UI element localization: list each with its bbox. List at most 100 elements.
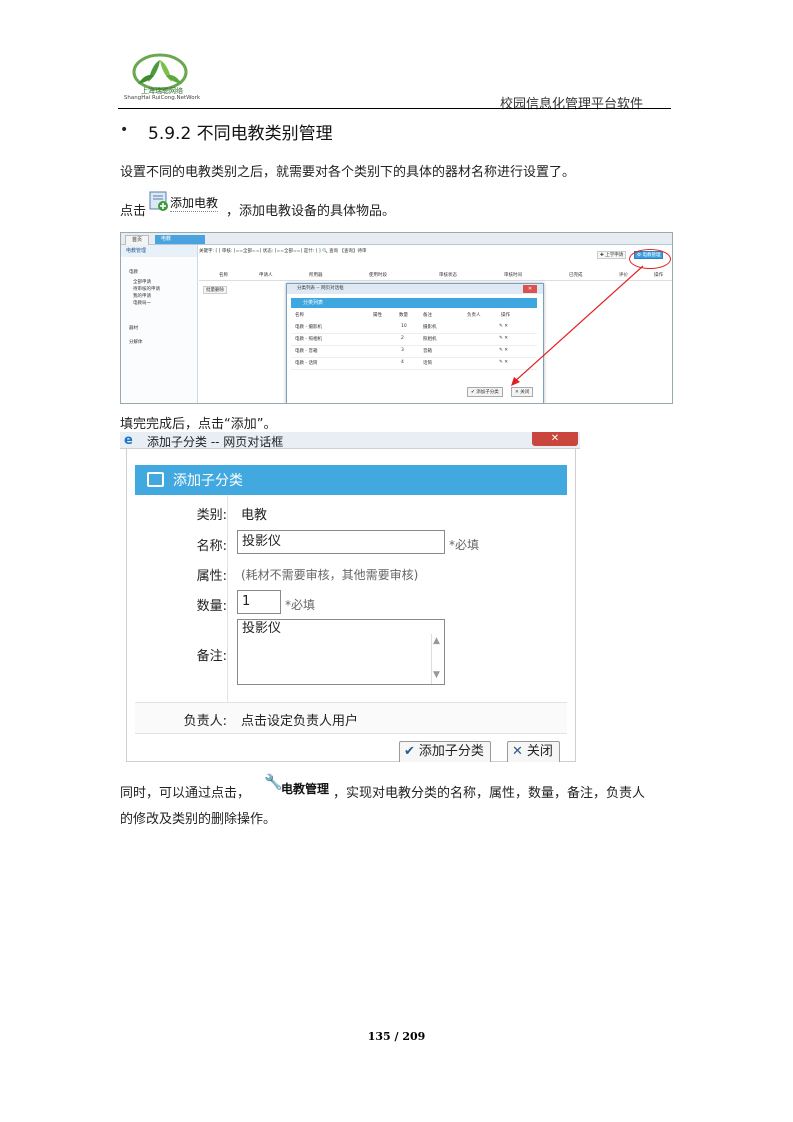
column-header: 名称 [219,273,228,278]
column-header: 审核状态 [439,273,457,278]
dialog-band-title: 分类列表 [291,298,537,308]
paragraph-manage-suffix: ，实现对电教分类的名称，属性，数量，备注，负责人 [333,786,646,801]
responsible-label: 负责人: [183,714,227,729]
note-label: 备注: [196,649,227,664]
column-header: 所用器 [309,273,323,278]
close-icon: ✕ [512,744,523,759]
highlight-ring [629,249,671,269]
add-subcategory-button[interactable]: ✔ 添加子分类 [467,387,503,397]
tab-av-equipment[interactable]: 电教 [155,235,205,244]
column-header: 评价 [619,273,628,278]
sidebar-item-pending[interactable]: 待审核的申请 [133,286,160,292]
close-button[interactable]: ✕ 关闭 [507,741,560,762]
form-header: 添加子分类 [135,465,567,495]
quantity-required-hint: *必填 [285,598,316,612]
cell-qty: 2 [401,336,404,341]
apply-button[interactable]: ✚ 上学申请 [597,251,627,259]
browser-icon: e [124,433,133,448]
column-header: 已完成 [569,273,583,278]
av-manage-label: 电教管理 [281,782,330,796]
column-header: 申请人 [259,273,273,278]
cell-name: 电教 - 话筒 [295,361,318,366]
logo-subtitle: ShangHai RuiCong.NetWork [123,95,201,101]
cell-note: 话筒 [423,361,432,366]
paragraph-intro: 设置不同的电教类别之后，就需要对各个类别下的具体的器材名称进行设置了。 [120,165,576,180]
cell-qty: 3 [401,348,404,353]
cell-qty: 4 [401,360,404,365]
screenshot-category-list: 首页 电教 电教管理 电教 全部申请 待审核的申请 我的申请 电教局一 器材 分… [120,232,673,404]
dialog-column-header: 名称 [295,313,304,318]
dialog-close-icon[interactable]: ✕ [523,285,537,293]
sidebar-item-bureau[interactable]: 电教局一 [133,300,151,306]
paragraph-click-suffix: ，添加电教设备的具体物品。 [226,204,396,219]
paragraph-manage-line2: 的修改及类别的删除操作。 [120,812,277,827]
column-header: 审核时间 [504,273,522,278]
column-header: 使用时段 [369,273,387,278]
page-number: 135 / 209 [367,1030,426,1043]
paragraph-manage-prefix: 同时，可以通过点击， [120,786,251,801]
dialog-column-header: 负责人 [467,313,481,318]
dialog-close-button[interactable]: ✕ 关闭 [511,387,534,397]
scroll-up-icon[interactable]: ▲ [433,636,440,646]
dialog-body: 添加子分类 类别: 电教 名称: 投影仪 *必填 属性: (耗材不需要审核，其他… [126,448,576,762]
label-divider [227,495,228,731]
cell-note: 照相机 [423,337,437,342]
section-title: 5.9.2 不同电教类别管理 [148,124,333,144]
screenshot-add-subcategory: e 添加子分类 -- 网页对话框 ✕ 添加子分类 类别: 电教 名称: 投影仪 … [120,432,580,762]
name-label: 名称: [196,539,227,554]
paragraph-click-prefix: 点击 [120,204,147,219]
table-header: 名称 申请人 所用器 使用时段 审核状态 审核时间 已完成 评价 操作 [199,271,672,281]
sidebar-item-equipment[interactable]: 器材 [129,325,138,331]
responsible-picker[interactable]: 点击设定负责人用户 [241,710,358,729]
dialog-title: 分类列表 -- 网页对话框 [287,284,543,294]
check-icon: ✔ [404,744,415,759]
cell-note: 音箱 [423,349,432,354]
wrench-icon: 🔧 [264,773,283,791]
document-title: 校园信息化管理平台软件 [500,97,644,112]
note-scrollbar[interactable]: ▲ ▼ [431,634,445,684]
attribute-label: 属性: [196,569,227,584]
sidebar-item-av[interactable]: 电教 [129,269,138,275]
scroll-down-icon[interactable]: ▼ [433,670,440,680]
cell-note: 摄影机 [423,325,437,330]
cell-name: 电教 - 照相机 [295,337,322,342]
row-action-icons[interactable]: ✎ ✕ [499,336,508,341]
category-list-dialog: 分类列表 -- 网页对话框 ✕ 分类列表 名称 属性 数量 备注 负责人 操作 … [286,283,544,403]
batch-delete-button[interactable]: 批量删除 [203,286,227,294]
quantity-label: 数量: [196,599,227,614]
quantity-input[interactable]: 1 [237,590,281,614]
window-title-bar: e 添加子分类 -- 网页对话框 ✕ [120,432,580,449]
cell-name: 电教 - 摄影机 [295,325,322,330]
dialog-column-header: 属性 [373,313,382,318]
header-rule [118,108,671,109]
column-header: 操作 [654,273,663,278]
note-textarea[interactable]: 投影仪 [237,619,445,685]
paragraph-fill-complete: 填完完成后，点击“添加”。 [120,417,277,432]
tab-bar: 首页 电教 [121,233,672,246]
cell-name: 电教 - 音箱 [295,349,318,354]
row-action-icons[interactable]: ✎ ✕ [499,348,508,353]
sidebar-title: 电教管理 [121,245,197,257]
category-value: 电教 [241,508,268,523]
add-subcategory-label: 添加子分类 [418,744,484,759]
attribute-hint: (耗材不需要审核，其他需要审核) [241,568,419,582]
add-device-icon [149,191,168,211]
dialog-column-header: 数量 [399,313,408,318]
name-input[interactable]: 投影仪 [237,530,445,554]
add-subcategory-button[interactable]: ✔ 添加子分类 [399,741,491,762]
name-required-hint: *必填 [449,538,480,552]
dialog-column-header: 操作 [501,313,510,318]
close-label: 关闭 [526,744,553,759]
row-action-icons[interactable]: ✎ ✕ [499,324,508,329]
add-device-label: 添加电教 [170,196,219,212]
window-close-icon[interactable]: ✕ [532,432,578,446]
sidebar-item-split[interactable]: 分解体 [129,339,143,345]
sidebar: 电教管理 电教 全部申请 待审核的申请 我的申请 电教局一 器材 分解体 [121,245,198,403]
category-label: 类别: [196,508,227,523]
table-row: 电教 - 话筒 4 话筒 ✎ ✕ [291,357,537,370]
message-icon [147,472,164,487]
sidebar-item-all[interactable]: 全部申请 [133,279,151,285]
sidebar-item-mine[interactable]: 我的申请 [133,293,151,299]
row-action-icons[interactable]: ✎ ✕ [499,360,508,365]
section-bullet: • [120,122,129,138]
